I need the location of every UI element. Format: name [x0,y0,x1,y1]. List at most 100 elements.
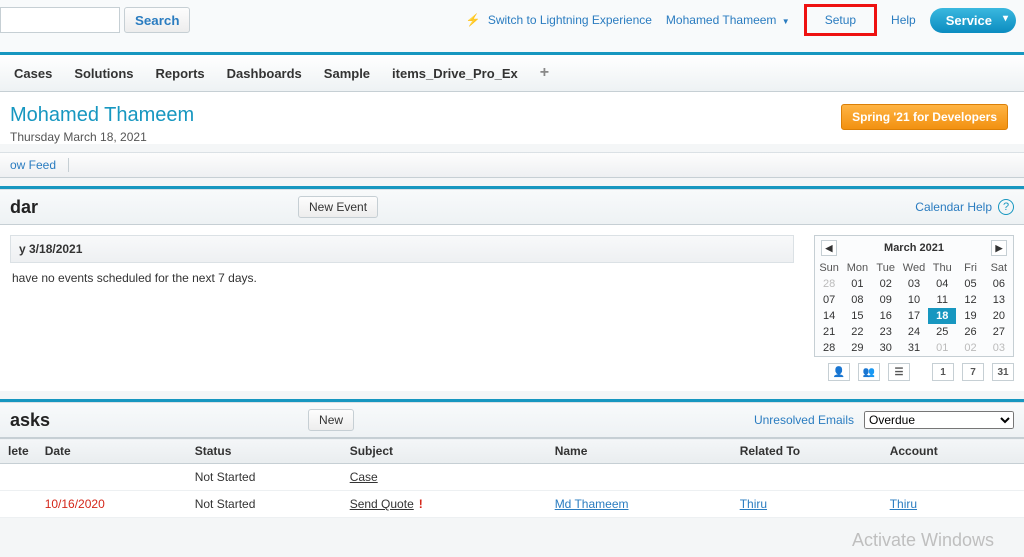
user-menu[interactable]: Mohamed Thameem ▼ [666,13,790,27]
task-cell[interactable]: Send Quote! [342,491,547,518]
task-cell[interactable]: Thiru [732,491,882,518]
tab-solutions[interactable]: Solutions [74,66,133,81]
tab-cases[interactable]: Cases [14,66,52,81]
unresolved-emails-link[interactable]: Unresolved Emails [754,413,854,427]
col-status[interactable]: Status [187,439,342,464]
calendar-day-02[interactable]: 02 [872,276,900,292]
mini-calendar: ◀ March 2021 ▶ SunMonTueWedThuFriSat 280… [814,235,1014,357]
global-search-input[interactable] [0,7,120,33]
calendar-day-26[interactable]: 26 [956,324,984,340]
col-date[interactable]: Date [37,439,187,464]
switch-lightning-link[interactable]: ⚡ Switch to Lightning Experience [466,13,652,27]
calendar-day-28[interactable]: 28 [815,276,843,292]
calendar-day-23[interactable]: 23 [872,324,900,340]
calendar-day-29[interactable]: 29 [843,340,871,356]
calendar-day-25[interactable]: 25 [928,324,956,340]
col-name[interactable]: Name [547,439,732,464]
tab-sample[interactable]: Sample [324,66,370,81]
calendar-day-01[interactable]: 01 [843,276,871,292]
calendar-day-12[interactable]: 12 [956,292,984,308]
calendar-dow: Fri [956,260,984,276]
list-view-icon[interactable]: ☰ [888,363,910,381]
page-title: Mohamed Thameem [10,104,194,127]
calendar-day-30[interactable]: 30 [872,340,900,356]
calendar-day-08[interactable]: 08 [843,292,871,308]
tab-dashboards[interactable]: Dashboards [227,66,302,81]
calendar-day-header: y 3/18/2021 [10,235,794,263]
setup-link[interactable]: Setup [825,13,856,27]
tab-reports[interactable]: Reports [156,66,205,81]
help-link[interactable]: Help [891,13,916,27]
task-cell[interactable]: Md Thameem [547,491,732,518]
calendar-day-13[interactable]: 13 [985,292,1013,308]
tasks-section-title: asks [10,410,50,431]
single-user-view-icon[interactable]: 👤 [828,363,850,381]
tab-items-drive-pro-ex[interactable]: items_Drive_Pro_Ex [392,66,518,81]
calendar-dow: Mon [843,260,871,276]
lightning-icon: ⚡ [466,13,481,27]
col-account[interactable]: Account [882,439,1024,464]
calendar-day-10[interactable]: 10 [900,292,928,308]
table-row: Not StartedCase [0,464,1024,491]
calendar-day-15[interactable]: 15 [843,308,871,324]
week-view-button[interactable]: 7 [962,363,984,381]
task-cell[interactable]: Case [342,464,547,491]
add-tab-button[interactable]: + [540,64,549,82]
calendar-day-03[interactable]: 03 [900,276,928,292]
calendar-day-05[interactable]: 05 [956,276,984,292]
show-feed-button[interactable]: ow Feed [10,158,69,172]
calendar-day-02[interactable]: 02 [956,340,984,356]
app-switcher-service[interactable]: Service [930,8,1016,33]
calendar-day-14[interactable]: 14 [815,308,843,324]
calendar-day-09[interactable]: 09 [872,292,900,308]
calendar-day-22[interactable]: 22 [843,324,871,340]
task-cell [0,464,37,491]
spring-release-badge[interactable]: Spring '21 for Developers [841,104,1008,130]
feed-bar: ow Feed [0,152,1024,178]
calendar-day-28[interactable]: 28 [815,340,843,356]
help-icon[interactable]: ? [998,199,1014,215]
col-subject[interactable]: Subject [342,439,547,464]
calendar-section-title: dar [10,197,38,218]
tasks-filter-select[interactable]: Overdue [864,411,1014,429]
day-view-button[interactable]: 1 [932,363,954,381]
tasks-table: lete Date Status Subject Name Related To… [0,438,1024,518]
task-cell: 10/16/2020 [37,491,187,518]
calendar-day-07[interactable]: 07 [815,292,843,308]
month-view-button[interactable]: 31 [992,363,1014,381]
calendar-day-31[interactable]: 31 [900,340,928,356]
calendar-help-link[interactable]: Calendar Help [915,200,992,214]
user-menu-label: Mohamed Thameem [666,13,777,27]
task-cell [37,464,187,491]
switch-lightning-label: Switch to Lightning Experience [488,13,652,27]
calendar-dow: Tue [872,260,900,276]
calendar-month-label: March 2021 [884,242,944,254]
calendar-day-24[interactable]: 24 [900,324,928,340]
col-complete[interactable]: lete [0,439,37,464]
search-button[interactable]: Search [124,7,190,33]
task-cell [882,464,1024,491]
calendar-next-month[interactable]: ▶ [991,240,1007,256]
task-cell [732,464,882,491]
calendar-day-16[interactable]: 16 [872,308,900,324]
new-task-button[interactable]: New [308,409,354,431]
multi-user-view-icon[interactable]: 👥 [858,363,880,381]
calendar-day-03[interactable]: 03 [985,340,1013,356]
calendar-day-11[interactable]: 11 [928,292,956,308]
calendar-day-21[interactable]: 21 [815,324,843,340]
nav-tabs: Cases Solutions Reports Dashboards Sample ite… [0,52,1024,92]
calendar-day-19[interactable]: 19 [956,308,984,324]
calendar-prev-month[interactable]: ◀ [821,240,837,256]
calendar-day-04[interactable]: 04 [928,276,956,292]
calendar-day-06[interactable]: 06 [985,276,1013,292]
new-event-button[interactable]: New Event [298,196,378,218]
setup-highlight-box: Setup [804,4,877,36]
task-cell: Not Started [187,491,342,518]
calendar-day-18[interactable]: 18 [928,308,956,324]
calendar-day-01[interactable]: 01 [928,340,956,356]
col-related[interactable]: Related To [732,439,882,464]
task-cell[interactable]: Thiru [882,491,1024,518]
calendar-day-20[interactable]: 20 [985,308,1013,324]
calendar-day-27[interactable]: 27 [985,324,1013,340]
calendar-day-17[interactable]: 17 [900,308,928,324]
